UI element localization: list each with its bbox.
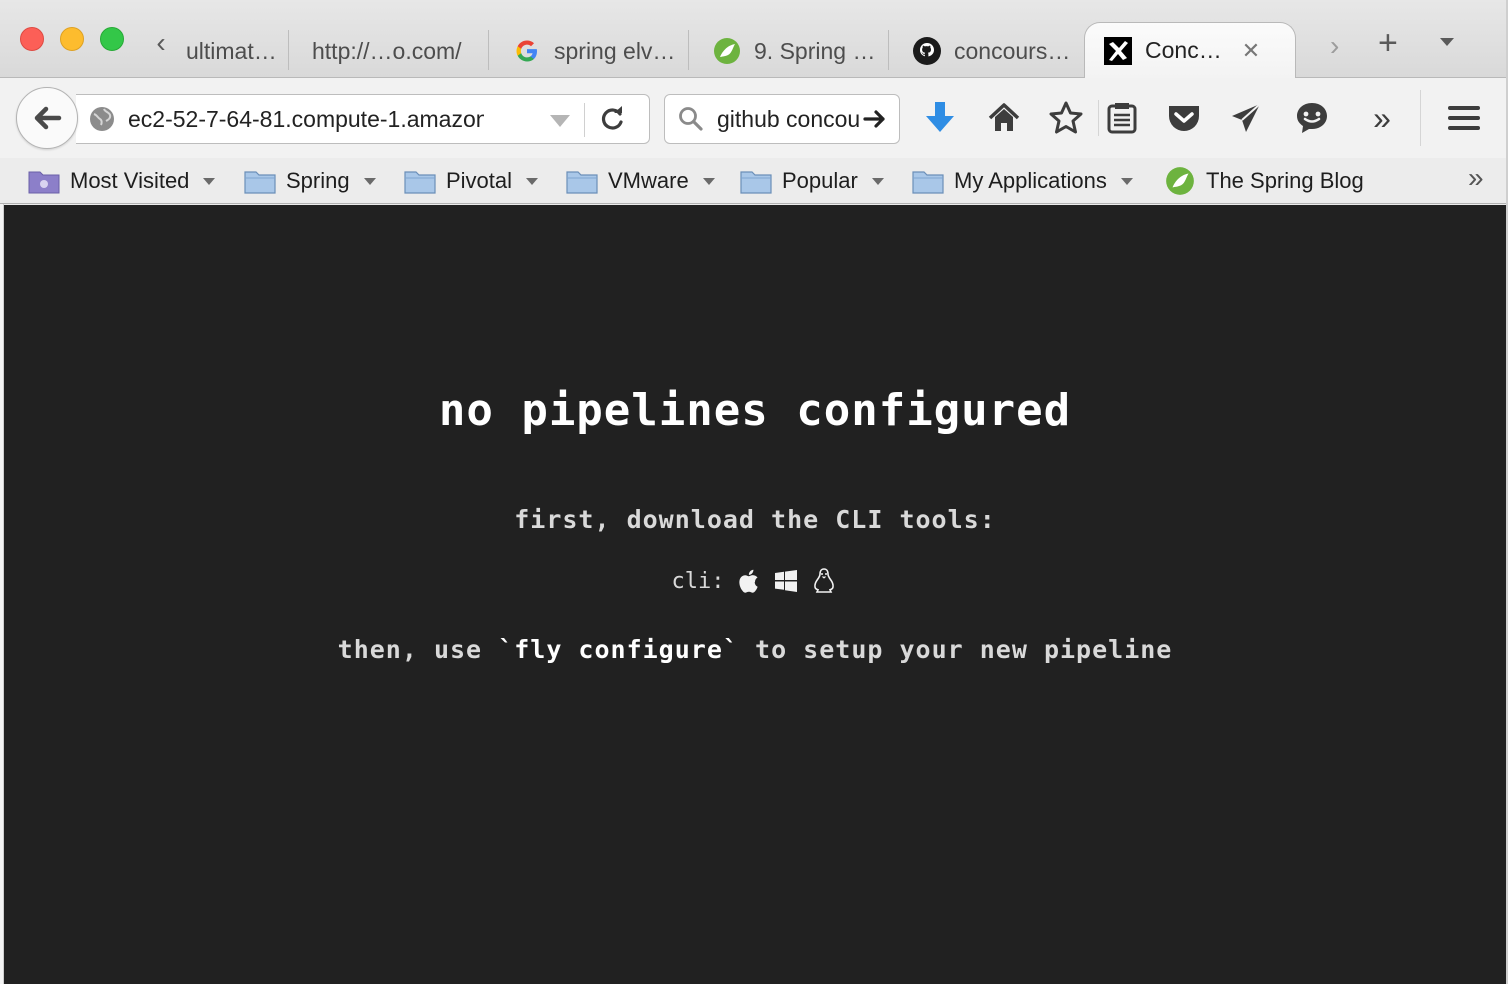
tab-title: http://…o.com/ (312, 37, 462, 64)
bookmark-folder-pivotal[interactable]: Pivotal (404, 164, 539, 198)
cli-downloads-row: cli: (4, 567, 1506, 595)
tab-strip: ‹ ultimat… http://…o.com/ spring elv… 9.… (0, 0, 1508, 78)
folder-icon (404, 171, 436, 194)
tab-github[interactable]: concours… (894, 26, 1084, 76)
bookmarks-toolbar: Most Visited Spring Pivotal VMware Popul… (0, 158, 1508, 204)
tab-scroll-right-icon[interactable]: › (1330, 30, 1339, 62)
linux-icon[interactable] (810, 567, 838, 595)
overflow-chevron-icon[interactable]: » (1362, 98, 1402, 138)
tab-title: concours… (954, 37, 1071, 64)
tab-title: ultimat… (186, 37, 277, 64)
bookmark-folder-vmware[interactable]: VMware (566, 164, 715, 198)
download-icon[interactable] (920, 98, 960, 138)
bookmark-label: VMware (608, 168, 689, 193)
toolbar-separator (1098, 100, 1099, 136)
fly-configure-command: `fly configure` (498, 635, 739, 664)
url-history-dropdown-icon[interactable] (550, 115, 570, 127)
window-close-button[interactable] (20, 27, 44, 51)
back-arrow-icon (34, 106, 62, 130)
hamburger-menu-icon[interactable] (1444, 98, 1484, 138)
tab-ultimate[interactable]: ultimat… (182, 26, 288, 76)
window-maximize-button[interactable] (100, 27, 124, 51)
google-icon (512, 36, 542, 66)
search-bar[interactable]: github concourse (664, 94, 900, 144)
chevron-down-icon (526, 177, 539, 185)
bookmark-folder-my-applications[interactable]: My Applications (912, 164, 1133, 198)
browser-window: ‹ ultimat… http://…o.com/ spring elv… 9.… (0, 0, 1508, 984)
cli-label: cli: (671, 568, 725, 594)
bookmark-label: Pivotal (446, 168, 513, 193)
tab-list-dropdown-icon[interactable] (1440, 38, 1454, 46)
search-go-arrow-icon[interactable] (861, 105, 889, 133)
configure-instructions: then, use `fly configure` to setup your … (4, 635, 1506, 664)
tab-title: Conc… (1145, 37, 1222, 63)
chevron-down-icon (871, 177, 884, 185)
tab-url[interactable]: http://…o.com/ (294, 26, 488, 76)
tab-separator (488, 30, 489, 70)
tab-title: spring elv… (554, 37, 676, 64)
tab-concourse-active[interactable]: Conc… ✕ (1084, 22, 1296, 78)
window-minimize-button[interactable] (60, 27, 84, 51)
tab-spring-docs[interactable]: 9. Spring … (694, 26, 888, 76)
github-icon (912, 36, 942, 66)
bookmark-spring-blog[interactable]: The Spring Blog (1164, 164, 1364, 198)
spring-icon (712, 36, 742, 66)
chevron-down-icon (363, 177, 376, 185)
new-tab-icon[interactable]: + (1378, 24, 1398, 63)
bookmark-label: Spring (286, 168, 350, 193)
navigation-toolbar: ec2-52-7-64-81.compute-1.amazonaws.com (0, 78, 1508, 158)
home-icon[interactable] (984, 98, 1024, 138)
chevron-down-icon (702, 177, 715, 185)
folder-icon (740, 171, 772, 194)
chevron-down-icon (1120, 177, 1133, 185)
chevron-down-icon (203, 177, 216, 185)
concourse-icon (1103, 36, 1133, 66)
apple-icon[interactable] (734, 567, 762, 595)
bookmark-most-visited[interactable]: Most Visited (28, 164, 216, 198)
bookmark-folder-spring[interactable]: Spring (244, 164, 376, 198)
close-tab-icon[interactable]: ✕ (1242, 38, 1260, 64)
search-icon (677, 105, 705, 133)
bookmark-label: Popular (782, 168, 858, 193)
bookmarks-list-icon[interactable] (1102, 98, 1142, 138)
url-text: ec2-52-7-64-81.compute-1.amazonaws.com (128, 106, 484, 132)
reload-icon[interactable] (598, 104, 628, 134)
pocket-icon[interactable] (1164, 98, 1204, 138)
then-suffix: to setup your new pipeline (755, 635, 1173, 664)
bookmark-label: My Applications (954, 168, 1107, 193)
download-instructions: first, download the CLI tools: (514, 505, 996, 534)
back-button[interactable] (16, 87, 78, 149)
bookmark-folder-popular[interactable]: Popular (740, 164, 884, 198)
url-divider (584, 103, 585, 137)
folder-icon (244, 171, 276, 194)
bookmark-star-icon[interactable] (1046, 98, 1086, 138)
hello-chat-icon[interactable] (1292, 98, 1332, 138)
tab-google-search[interactable]: spring elv… (494, 26, 688, 76)
page-title: no pipelines configured (438, 385, 1072, 436)
send-paper-plane-icon[interactable] (1226, 98, 1266, 138)
bookmark-label: Most Visited (70, 168, 190, 193)
search-text: github concourse (717, 106, 859, 132)
tab-separator (888, 30, 889, 70)
folder-icon (912, 171, 944, 194)
address-bar[interactable]: ec2-52-7-64-81.compute-1.amazonaws.com (76, 94, 650, 144)
spring-icon (1166, 167, 1194, 195)
folder-icon (566, 171, 598, 194)
windows-icon[interactable] (772, 567, 800, 595)
bookmark-label: The Spring Blog (1206, 168, 1364, 193)
toolbar-separator (1420, 90, 1421, 146)
page-content: no pipelines configured first, download … (4, 205, 1506, 984)
then-prefix: then, use (337, 635, 483, 664)
tab-title: 9. Spring … (754, 37, 876, 64)
smart-folder-icon (28, 171, 60, 194)
bookmarks-overflow-chevron-icon[interactable]: » (1468, 162, 1484, 194)
tab-scroll-left-icon[interactable]: ‹ (146, 28, 176, 58)
globe-icon (88, 105, 116, 133)
tab-separator (288, 30, 289, 70)
tab-separator (688, 30, 689, 70)
